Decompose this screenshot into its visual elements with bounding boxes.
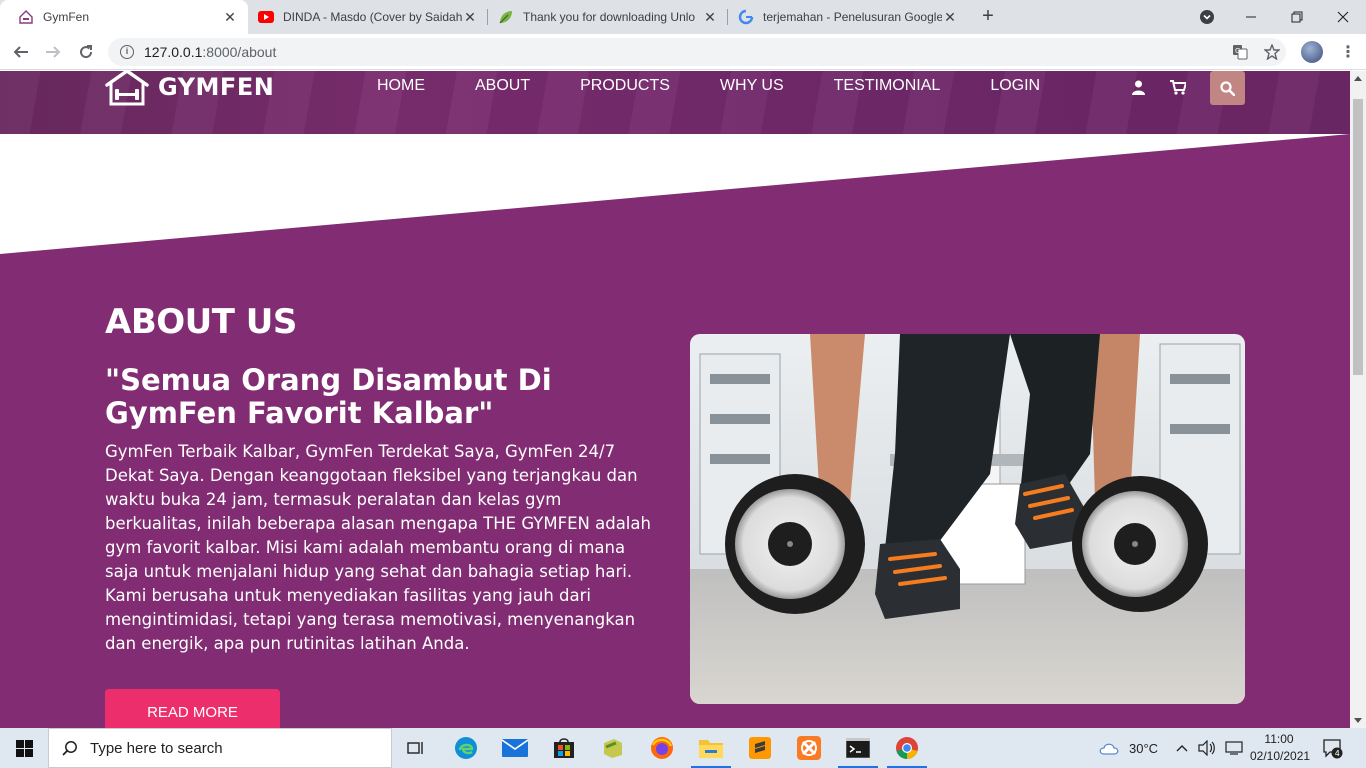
profile-avatar[interactable] bbox=[1301, 41, 1323, 63]
chevron-up-icon[interactable] bbox=[1176, 728, 1188, 768]
scroll-up-arrow-icon[interactable] bbox=[1354, 76, 1362, 81]
scrollbar-thumb[interactable] bbox=[1353, 99, 1363, 375]
tab-download[interactable]: Thank you for downloading Unlo ✕ bbox=[480, 0, 728, 34]
file-explorer-icon[interactable] bbox=[687, 728, 735, 768]
tab-title: GymFen bbox=[43, 10, 90, 24]
forward-arrow-icon[interactable] bbox=[41, 40, 65, 64]
edge-icon[interactable] bbox=[442, 728, 490, 768]
gym-dumbbell-photo bbox=[690, 334, 1245, 704]
youtube-icon bbox=[258, 9, 274, 25]
nav-testimonial[interactable]: TESTIMONIAL bbox=[834, 77, 941, 95]
mail-icon[interactable] bbox=[491, 728, 539, 768]
nav-why-us[interactable]: WHY US bbox=[720, 77, 784, 95]
svg-text:G: G bbox=[1235, 47, 1240, 55]
close-tab-icon[interactable]: ✕ bbox=[222, 9, 238, 26]
tab-youtube[interactable]: DINDA - Masdo (Cover by Saidah ✕ bbox=[240, 0, 488, 34]
about-description: GymFen Terbaik Kalbar, GymFen Terdekat S… bbox=[105, 442, 651, 653]
volume-icon[interactable] bbox=[1198, 728, 1216, 768]
menu-kebab-icon[interactable]: ⋮ bbox=[1340, 42, 1356, 62]
google-icon bbox=[738, 9, 754, 25]
close-tab-icon[interactable]: ✕ bbox=[462, 9, 478, 26]
windows-start-icon[interactable] bbox=[0, 728, 48, 768]
close-tab-icon[interactable]: ✕ bbox=[942, 9, 958, 26]
tab-gymfen[interactable]: GymFen ✕ bbox=[0, 0, 248, 34]
browser-tab-strip: GymFen ✕ DINDA - Masdo (Cover by Saidah … bbox=[0, 0, 1366, 34]
file-app-icon[interactable] bbox=[589, 728, 637, 768]
command-prompt-icon[interactable] bbox=[834, 728, 882, 768]
site-header: GYMFEN HOME ABOUT PRODUCTS WHY US TESTIM… bbox=[0, 71, 1350, 134]
windows-taskbar: Type here to search 30°C 11:00 02/10/202… bbox=[0, 728, 1366, 768]
gym-house-icon bbox=[18, 9, 34, 25]
notification-center-icon[interactable]: 4 bbox=[1322, 728, 1344, 768]
taskbar-search-box[interactable]: Type here to search bbox=[48, 728, 392, 768]
clock-time: 11:00 bbox=[1264, 732, 1294, 746]
network-icon[interactable] bbox=[1225, 728, 1243, 768]
restore-button[interactable] bbox=[1274, 0, 1320, 34]
cart-icon[interactable] bbox=[1170, 80, 1188, 99]
weather-widget[interactable]: 30°C bbox=[1098, 728, 1158, 768]
about-quote: "Semua Orang Disambut Di GymFen Favorit … bbox=[105, 363, 552, 430]
taskbar-search-placeholder: Type here to search bbox=[90, 739, 223, 757]
sublime-text-icon[interactable] bbox=[736, 728, 784, 768]
close-tab-icon[interactable]: ✕ bbox=[702, 9, 718, 26]
firefox-icon[interactable] bbox=[638, 728, 686, 768]
tab-title: DINDA - Masdo (Cover by Saidah bbox=[283, 10, 462, 24]
back-arrow-icon[interactable] bbox=[9, 40, 33, 64]
bookmark-star-icon[interactable] bbox=[1262, 42, 1282, 62]
main-nav: HOME ABOUT PRODUCTS WHY US TESTIMONIAL L… bbox=[377, 77, 1090, 95]
read-more-button[interactable]: READ MORE bbox=[105, 689, 280, 728]
brand-name: GYMFEN bbox=[158, 73, 275, 101]
user-icon[interactable] bbox=[1132, 80, 1145, 99]
scroll-down-arrow-icon[interactable] bbox=[1354, 718, 1362, 723]
page-viewport: GYMFEN HOME ABOUT PRODUCTS WHY US TESTIM… bbox=[0, 71, 1350, 728]
task-view-icon[interactable] bbox=[392, 728, 440, 768]
about-section: ABOUT US "Semua Orang Disambut Di GymFen… bbox=[0, 134, 1350, 728]
browser-toolbar: i 127.0.0.1:8000/about G ⋮ bbox=[0, 34, 1366, 70]
chrome-icon[interactable] bbox=[883, 728, 931, 768]
page-scrollbar[interactable] bbox=[1350, 71, 1366, 728]
weather-temperature: 30°C bbox=[1129, 740, 1159, 756]
nav-about[interactable]: ABOUT bbox=[475, 77, 530, 95]
cloud-icon bbox=[1099, 743, 1119, 755]
address-bar[interactable]: i 127.0.0.1:8000/about bbox=[108, 38, 1286, 66]
notification-count: 4 bbox=[1335, 749, 1340, 758]
about-heading: ABOUT US bbox=[105, 302, 297, 342]
leaf-icon bbox=[498, 9, 514, 25]
url-text: 127.0.0.1:8000/about bbox=[144, 44, 277, 60]
translate-icon[interactable]: G bbox=[1230, 42, 1250, 62]
clock-date: 02/10/2021 bbox=[1250, 749, 1311, 763]
gym-house-logo-icon bbox=[104, 71, 150, 106]
close-window-button[interactable] bbox=[1320, 0, 1366, 34]
search-button[interactable] bbox=[1210, 71, 1245, 105]
tab-search-button[interactable] bbox=[1184, 0, 1230, 34]
new-tab-button[interactable]: + bbox=[976, 5, 1000, 29]
reload-icon[interactable] bbox=[74, 40, 98, 64]
search-icon bbox=[62, 741, 77, 756]
xampp-icon[interactable] bbox=[785, 728, 833, 768]
tab-google[interactable]: terjemahan - Penelusuran Google ✕ bbox=[720, 0, 968, 34]
system-clock[interactable]: 11:00 02/10/2021 bbox=[1250, 731, 1311, 765]
nav-home[interactable]: HOME bbox=[377, 77, 425, 95]
tab-title: terjemahan - Penelusuran Google bbox=[763, 10, 942, 24]
tab-title: Thank you for downloading Unlo bbox=[523, 10, 696, 24]
store-icon[interactable] bbox=[540, 728, 588, 768]
minimize-button[interactable] bbox=[1228, 0, 1274, 34]
site-info-icon[interactable]: i bbox=[120, 45, 134, 59]
search-icon bbox=[1220, 80, 1235, 96]
nav-login[interactable]: LOGIN bbox=[990, 77, 1040, 95]
site-logo[interactable]: GYMFEN bbox=[104, 71, 275, 106]
nav-products[interactable]: PRODUCTS bbox=[580, 77, 670, 95]
